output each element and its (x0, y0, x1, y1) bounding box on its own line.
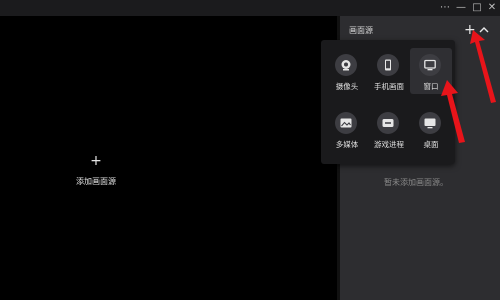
phone-icon (377, 54, 399, 76)
source-type-menu: 摄像头 手机画面 窗口 多媒体 游戏进程 桌面 (321, 40, 455, 164)
empty-state-text: 暂未添加画面源。 (384, 178, 448, 187)
preview-canvas[interactable] (0, 16, 337, 300)
source-item-desktop[interactable]: 桌面 (410, 106, 452, 152)
minimize-button[interactable]: — (454, 2, 468, 14)
window-icon (419, 54, 441, 76)
add-source-label[interactable]: 添加画面源 (60, 176, 132, 187)
desktop-icon (419, 112, 441, 134)
game-icon (377, 112, 399, 134)
maximize-button[interactable]: □ (470, 2, 484, 14)
media-icon (335, 112, 357, 134)
add-source-button[interactable]: + (464, 23, 476, 37)
source-item-window[interactable]: 窗口 (410, 48, 452, 94)
add-source-plus-icon[interactable]: + (89, 154, 103, 168)
title-bar: ⋯ — □ ✕ (0, 0, 500, 16)
source-item-label: 桌面 (423, 140, 439, 149)
more-icon[interactable]: ⋯ (438, 2, 452, 14)
collapse-chevron-icon[interactable] (478, 24, 490, 36)
source-item-label: 窗口 (423, 82, 439, 91)
close-button[interactable]: ✕ (485, 2, 499, 14)
camera-icon (335, 54, 357, 76)
panel-title: 画面源 (349, 26, 373, 35)
